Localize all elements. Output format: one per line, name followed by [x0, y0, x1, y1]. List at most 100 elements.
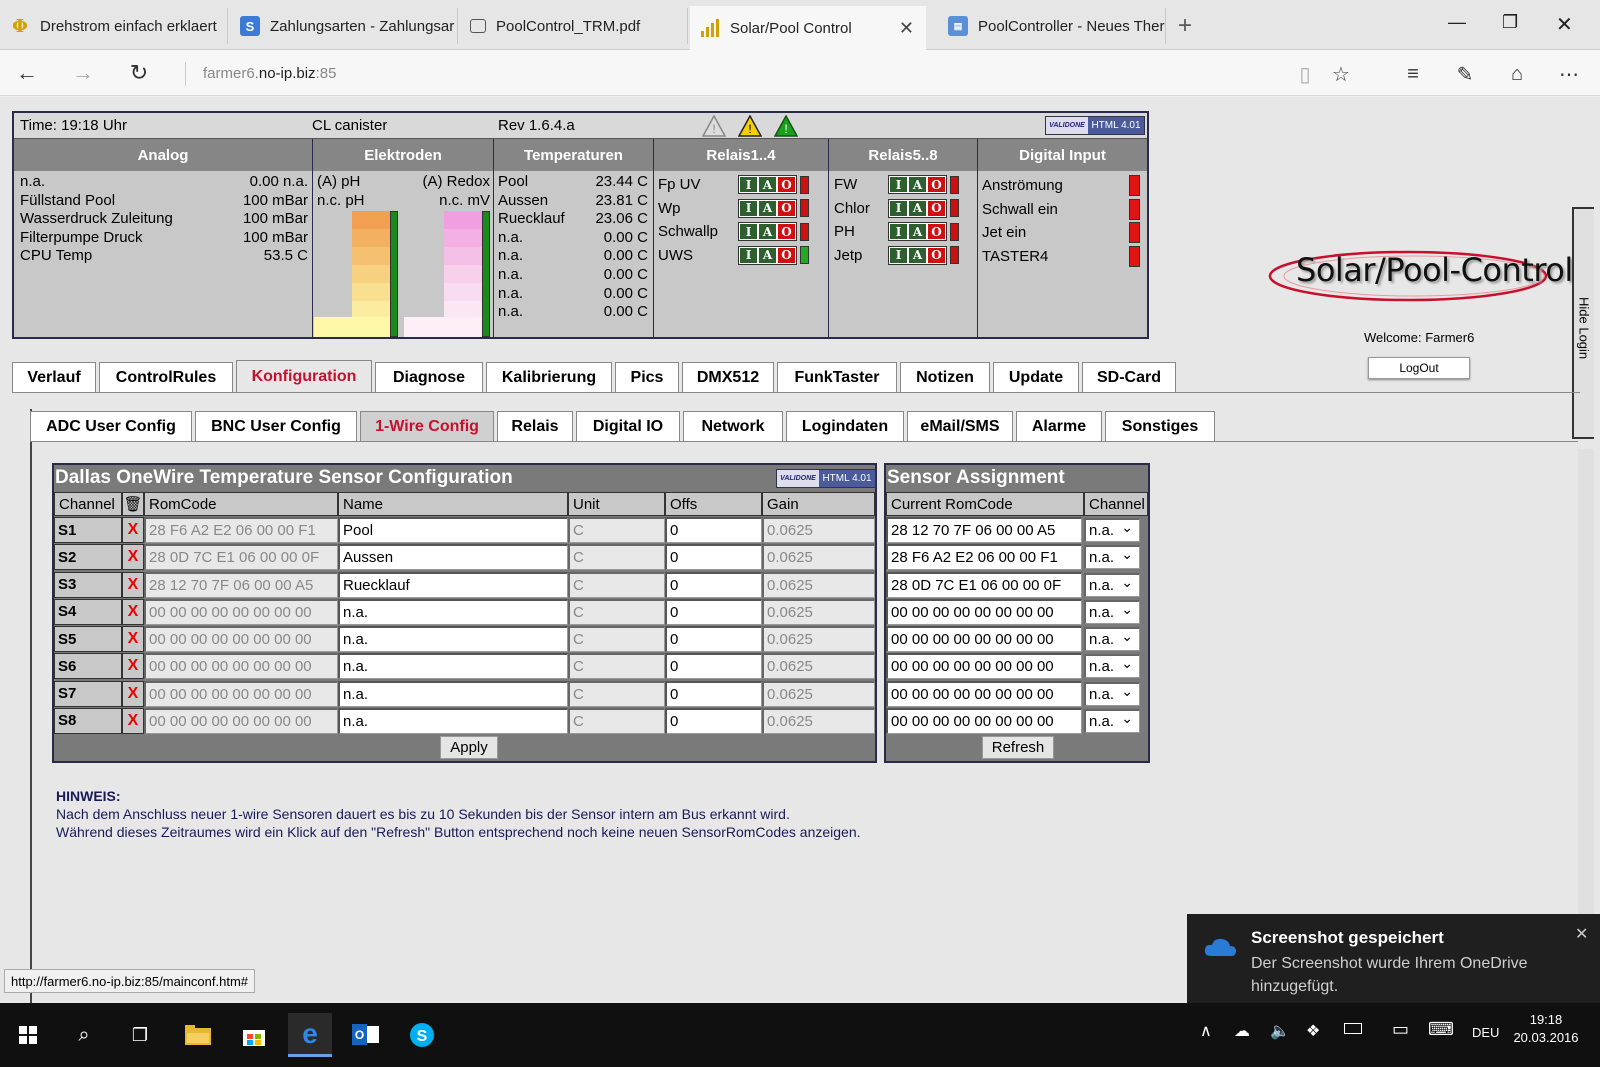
current-romcode-field[interactable]: 00 00 00 00 00 00 00 00: [886, 653, 1082, 680]
main-tab[interactable]: Diagnose: [375, 362, 483, 393]
relay-mode-1[interactable]: A: [908, 176, 927, 193]
sub-tab[interactable]: eMail/SMS: [907, 411, 1013, 441]
sensor-name-input[interactable]: Aussen: [338, 544, 568, 571]
notification-toast[interactable]: Screenshot gespeichert Der Screenshot wu…: [1187, 914, 1600, 1006]
favorite-star-icon[interactable]: ☆: [1326, 60, 1356, 88]
browser-tab[interactable]: S Zahlungsarten - Zahlungsar: [230, 8, 458, 44]
offset-input[interactable]: 0: [665, 517, 762, 543]
url-field[interactable]: farmer6.no-ip.biz:85: [185, 62, 336, 86]
toast-close-icon[interactable]: ✕: [1575, 924, 1588, 944]
delete-sensor-button[interactable]: X: [122, 707, 144, 734]
close-window-icon[interactable]: ✕: [1556, 12, 1573, 37]
task-view-icon[interactable]: ❐: [118, 1013, 162, 1057]
relay-mode-1[interactable]: A: [758, 246, 777, 264]
offset-input[interactable]: 0: [665, 653, 762, 680]
current-romcode-field[interactable]: 00 00 00 00 00 00 00 00: [886, 598, 1082, 625]
forward-arrow-icon[interactable]: →: [66, 58, 100, 88]
offset-input[interactable]: 0: [665, 598, 762, 625]
logout-button[interactable]: LogOut: [1368, 357, 1470, 379]
relay-mode-1[interactable]: A: [758, 176, 777, 193]
file-explorer-icon[interactable]: [176, 1013, 220, 1057]
current-romcode-field[interactable]: 00 00 00 00 00 00 00 00: [886, 626, 1082, 652]
relay-mode-0[interactable]: I: [889, 246, 908, 264]
relay-mode-1[interactable]: A: [758, 199, 777, 217]
sub-tab[interactable]: Alarme: [1016, 411, 1102, 441]
offset-input[interactable]: 0: [665, 544, 762, 571]
relay-mode-2[interactable]: O: [777, 176, 796, 193]
delete-sensor-button[interactable]: X: [122, 571, 144, 598]
main-tab[interactable]: Verlauf: [12, 362, 96, 393]
battery-icon[interactable]: [1344, 1023, 1362, 1034]
channel-select[interactable]: n.a. ⌄: [1084, 627, 1140, 651]
onedrive-tray-icon[interactable]: ☁: [1234, 1021, 1250, 1041]
relay-mode-2[interactable]: O: [777, 223, 796, 241]
html-validator-badge[interactable]: VALIDONE HTML 4.01: [776, 469, 876, 488]
apply-button[interactable]: Apply: [440, 736, 498, 759]
volume-mute-icon[interactable]: 🔈: [1270, 1021, 1290, 1041]
refresh-icon[interactable]: ↻: [122, 58, 156, 88]
skype-icon[interactable]: S: [400, 1013, 444, 1057]
restore-icon[interactable]: ❐: [1502, 12, 1518, 33]
sensor-name-input[interactable]: Pool: [338, 517, 568, 543]
sensor-name-input[interactable]: n.a.: [338, 626, 568, 652]
dropbox-icon[interactable]: ❖: [1306, 1021, 1320, 1041]
channel-select[interactable]: n.a. ⌄: [1084, 572, 1140, 597]
sensor-name-input[interactable]: Ruecklauf: [338, 571, 568, 598]
relay-mode-0[interactable]: I: [739, 246, 758, 264]
minimize-icon[interactable]: —: [1448, 12, 1466, 33]
channel-select[interactable]: n.a. ⌄: [1084, 599, 1140, 624]
relay-mode-0[interactable]: I: [889, 176, 908, 193]
sensor-name-input[interactable]: n.a.: [338, 653, 568, 680]
delete-sensor-button[interactable]: X: [122, 626, 144, 652]
offset-input[interactable]: 0: [665, 707, 762, 734]
main-tab[interactable]: Konfiguration: [236, 360, 372, 393]
browser-tab[interactable]: ▤ PoolController - Neues Ther: [938, 8, 1166, 44]
keyboard-icon[interactable]: ⌨: [1428, 1019, 1454, 1040]
current-romcode-field[interactable]: 28 12 70 7F 06 00 00 A5: [886, 517, 1082, 543]
main-tab[interactable]: Notizen: [900, 362, 990, 393]
relay-mode-0[interactable]: I: [739, 223, 758, 241]
main-tab[interactable]: ControlRules: [99, 362, 233, 393]
action-center-icon[interactable]: ▭: [1392, 1019, 1409, 1040]
channel-select[interactable]: n.a. ⌄: [1084, 518, 1140, 542]
delete-sensor-button[interactable]: X: [122, 598, 144, 625]
sensor-name-input[interactable]: n.a.: [338, 598, 568, 625]
sub-tab[interactable]: Relais: [497, 411, 573, 441]
delete-sensor-button[interactable]: X: [122, 544, 144, 571]
tray-chevron-icon[interactable]: ∧: [1200, 1021, 1212, 1041]
channel-select[interactable]: n.a. ⌄: [1084, 708, 1140, 733]
main-tab[interactable]: SD-Card: [1082, 362, 1176, 393]
relay-mode-1[interactable]: A: [908, 223, 927, 241]
relay-mode-1[interactable]: A: [908, 199, 927, 217]
relay-mode-2[interactable]: O: [927, 223, 946, 241]
close-tab-icon[interactable]: ✕: [899, 18, 914, 39]
current-romcode-field[interactable]: 28 F6 A2 E2 06 00 00 F1: [886, 544, 1082, 571]
relay-mode-2[interactable]: O: [927, 199, 946, 217]
refresh-button[interactable]: Refresh: [982, 736, 1054, 759]
sub-tab[interactable]: ADC User Config: [30, 411, 192, 441]
browser-tab-active[interactable]: Solar/Pool Control ✕: [690, 6, 926, 50]
sub-tab[interactable]: Digital IO: [576, 411, 680, 441]
more-icon[interactable]: ⋯: [1554, 60, 1584, 88]
delete-sensor-button[interactable]: X: [122, 517, 144, 543]
edge-browser-icon[interactable]: e: [288, 1013, 332, 1057]
outlook-icon[interactable]: O: [344, 1013, 388, 1057]
main-tab[interactable]: Pics: [615, 362, 679, 393]
relay-mode-0[interactable]: I: [889, 223, 908, 241]
offset-input[interactable]: 0: [665, 571, 762, 598]
sub-tab[interactable]: 1-Wire Config: [360, 411, 494, 441]
relay-mode-2[interactable]: O: [927, 246, 946, 264]
language-indicator[interactable]: DEU: [1472, 1025, 1499, 1040]
relay-mode-2[interactable]: O: [777, 246, 796, 264]
web-note-icon[interactable]: ✎: [1450, 60, 1480, 88]
channel-select[interactable]: n.a. ⌄: [1084, 654, 1140, 679]
channel-select[interactable]: n.a. ⌄: [1084, 545, 1140, 570]
back-arrow-icon[interactable]: ←: [10, 58, 44, 88]
current-romcode-field[interactable]: 00 00 00 00 00 00 00 00: [886, 680, 1082, 707]
relay-mode-2[interactable]: O: [777, 199, 796, 217]
browser-tab[interactable]: Φ Drehstrom einfach erklaert: [0, 8, 228, 44]
browser-tab[interactable]: PoolControl_TRM.pdf: [460, 8, 688, 44]
clock[interactable]: 19:18 20.03.2016: [1508, 1011, 1584, 1047]
sub-tab[interactable]: Logindaten: [786, 411, 904, 441]
relay-mode-0[interactable]: I: [739, 199, 758, 217]
